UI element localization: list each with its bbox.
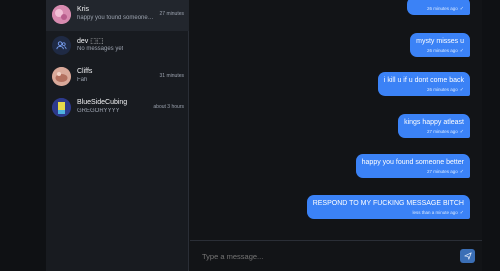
chat-panel: 26 minutes ago ✓ mysty misses u 26 minute… [190, 0, 482, 271]
avatar [52, 67, 71, 86]
last-message-preview: Fah [77, 77, 88, 83]
conversation-item-dev[interactable]: dev ⬚⬚ No messages yet [46, 31, 189, 62]
check-icon: ✓ [459, 210, 464, 216]
avatar [52, 98, 71, 117]
check-icon: ✓ [459, 87, 464, 93]
message-bubble: kings happy atleast 27 minutes ago ✓ [398, 114, 470, 138]
message-time: 27 minutes ago [427, 169, 458, 174]
check-icon: ✓ [459, 169, 464, 175]
message-time: less than a minute ago [412, 210, 458, 215]
send-button[interactable] [460, 249, 475, 263]
contact-name: BlueSideCubing [77, 99, 128, 106]
conversation-item-bluesidecubing[interactable]: BlueSideCubing GREGORYYYY about 3 hours [46, 93, 189, 124]
left-margin [0, 0, 46, 271]
message-time: 26 minutes ago [427, 6, 458, 11]
last-message-time: 27 minutes [159, 11, 184, 17]
last-message-preview: GREGORYYYY [77, 108, 120, 114]
message-time: 26 minutes ago [427, 87, 458, 92]
last-message-time: about 3 hours [153, 104, 184, 110]
message-bubble: mysty misses u 26 minutes ago ✓ [410, 33, 470, 57]
send-icon [463, 252, 472, 260]
message-time: 26 minutes ago [427, 48, 458, 53]
avatar-image [52, 5, 71, 24]
contact-name: Kris [77, 6, 90, 13]
right-margin [482, 0, 500, 271]
message-text: i kill u if u dont come back [383, 77, 464, 84]
message-bubble: 26 minutes ago ✓ [407, 0, 470, 15]
message-bubble: RESPOND TO MY FUCKING MESSAGE BITCH less… [306, 195, 470, 219]
message-time: 27 minutes ago [427, 129, 458, 134]
avatar-image [52, 98, 71, 117]
conversation-list: Kris happy you found someone b... 27 min… [46, 0, 189, 271]
message-composer [190, 240, 482, 271]
avatar [52, 5, 71, 24]
message-input[interactable] [200, 251, 444, 262]
last-message-time: 31 minutes [159, 73, 184, 79]
message-text: kings happy atleast [404, 119, 464, 126]
check-icon: ✓ [459, 6, 464, 12]
check-icon: ✓ [459, 48, 464, 54]
message-text: RESPOND TO MY FUCKING MESSAGE BITCH [312, 200, 464, 207]
conversation-item-kris[interactable]: Kris happy you found someone b... 27 min… [46, 0, 189, 31]
last-message-preview: happy you found someone b... [77, 15, 155, 21]
message-text: happy you found someone better [361, 159, 464, 166]
message-bubble: i kill u if u dont come back 26 minutes … [377, 72, 470, 96]
conversation-item-cliffs[interactable]: Cliffs Fah 31 minutes [46, 62, 189, 93]
avatar-image [52, 67, 71, 86]
contact-name: Cliffs [77, 68, 93, 75]
message-text: mysty misses u [416, 38, 464, 45]
users-icon [56, 41, 67, 50]
check-icon: ✓ [459, 129, 464, 135]
message-bubble: happy you found someone better 27 minute… [355, 154, 470, 178]
last-message-preview: No messages yet [77, 46, 124, 52]
group-avatar [52, 36, 71, 55]
contact-name: dev ⬚⬚ [77, 38, 104, 45]
